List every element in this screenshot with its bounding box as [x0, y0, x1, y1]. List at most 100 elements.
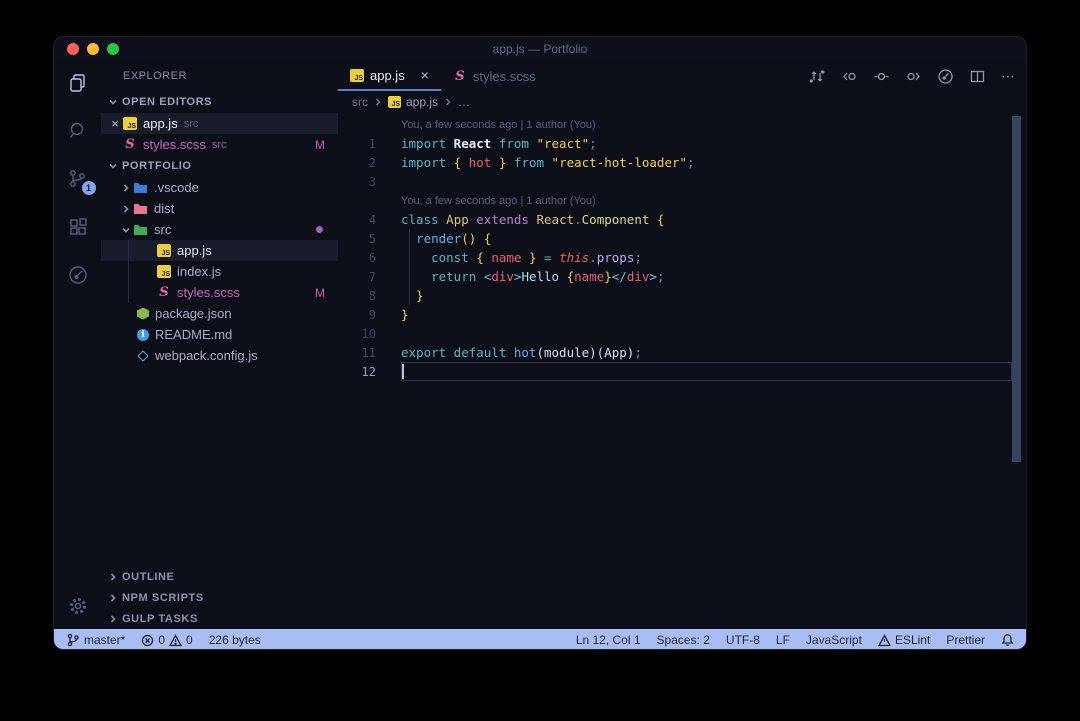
code-line-6[interactable]: 6 const { name } = this.props; [338, 248, 1026, 267]
line-number[interactable]: 11 [338, 346, 376, 360]
javascript-file-icon: JS [350, 69, 364, 82]
explorer-icon[interactable] [65, 70, 91, 96]
change-marker-icon[interactable] [873, 68, 890, 85]
open-editors-header[interactable]: OPEN EDITORS [101, 91, 338, 113]
code-line-9[interactable]: 9} [338, 305, 1026, 324]
line-number[interactable]: 2 [338, 156, 376, 170]
line-number[interactable]: 6 [338, 251, 376, 265]
gitlens-icon[interactable] [65, 262, 91, 288]
source-control-icon[interactable]: 1 [65, 166, 91, 192]
git-branch-status[interactable]: master* [66, 633, 125, 647]
tree-item-src-folder[interactable]: src [101, 219, 338, 240]
npm-scripts-section[interactable]: NPM SCRIPTS [101, 587, 338, 608]
chevron-right-icon [373, 97, 383, 107]
chevron-right-icon [107, 592, 119, 604]
code-line-content[interactable]: class App extends React.Component { [376, 212, 664, 227]
file-size-status[interactable]: 226 bytes [209, 633, 261, 647]
line-number[interactable]: 3 [338, 175, 376, 189]
vertical-scrollbar[interactable] [1012, 116, 1021, 462]
codelens-annotation[interactable]: You, a few seconds ago | 1 author (You) [376, 119, 596, 131]
code-line-4[interactable]: 4class App extends React.Component { [338, 210, 1026, 229]
code-line-content[interactable]: } [376, 288, 424, 303]
gulp-tasks-section[interactable]: GULP TASKS [101, 608, 338, 629]
codelens-annotation[interactable]: You, a few seconds ago | 1 author (You) [376, 195, 596, 207]
previous-change-icon[interactable] [841, 68, 858, 85]
code-line-5[interactable]: 5 render() { [338, 229, 1026, 248]
search-icon[interactable] [65, 118, 91, 144]
code-line-content[interactable]: import { hot } from "react-hot-loader"; [376, 155, 695, 170]
eol-status[interactable]: LF [776, 633, 790, 647]
code-line-12[interactable]: 12 [338, 362, 1026, 381]
breadcrumb[interactable]: src JS app.js … [338, 91, 1026, 113]
code-line-content[interactable]: } [376, 307, 409, 322]
code-line-8[interactable]: 8 } [338, 286, 1026, 305]
readme-info-icon: i [137, 329, 149, 341]
file-history-icon[interactable] [937, 68, 954, 85]
activity-bar: 1 [54, 61, 101, 629]
javascript-file-icon: JS [123, 117, 137, 130]
tree-item-package-json[interactable]: package.json [101, 303, 338, 324]
language-mode-status[interactable]: JavaScript [806, 633, 862, 647]
extensions-icon[interactable] [65, 214, 91, 240]
notifications-bell-icon[interactable] [1001, 633, 1014, 647]
chevron-right-icon [119, 204, 133, 214]
prettier-status[interactable]: Prettier [946, 633, 985, 647]
modified-badge: M [315, 138, 325, 152]
open-editor-styles-scss[interactable]: S styles.scss src M [101, 134, 338, 155]
code-line-3[interactable]: 3 [338, 172, 1026, 191]
line-number[interactable]: 4 [338, 213, 376, 227]
chevron-right-icon [119, 183, 133, 193]
code-editor[interactable]: You, a few seconds ago | 1 author (You)1… [338, 113, 1026, 629]
code-line-content[interactable]: import React from "react"; [376, 136, 597, 151]
code-line-content[interactable]: const { name } = this.props; [376, 250, 642, 265]
split-editor-icon[interactable] [969, 68, 986, 85]
tree-item-webpack-config[interactable]: webpack.config.js [101, 345, 338, 366]
current-line-highlight [401, 362, 1012, 381]
codelens-row[interactable]: You, a few seconds ago | 1 author (You) [338, 115, 1026, 134]
javascript-file-icon: JS [157, 265, 171, 278]
more-actions-icon[interactable]: ⋯ [1001, 68, 1016, 85]
eslint-status[interactable]: ESLint [878, 633, 930, 647]
vscode-window: app.js — Portfolio 1 [53, 36, 1027, 650]
cursor-position-status[interactable]: Ln 12, Col 1 [576, 633, 641, 647]
outline-section[interactable]: OUTLINE [101, 566, 338, 587]
code-line-content[interactable]: return <div>Hello {name}</div>; [376, 269, 664, 284]
line-number[interactable]: 10 [338, 327, 376, 341]
tree-item-index-js[interactable]: JS index.js [101, 261, 338, 282]
tab-app-js[interactable]: JS app.js × [338, 61, 441, 91]
tab-bar: JS app.js × S styles.scss ⋯ [338, 61, 1026, 91]
code-line-content[interactable]: export default hot(module)(App); [376, 345, 642, 360]
tree-item-styles-scss[interactable]: S styles.scss M [101, 282, 338, 303]
open-editor-app-js[interactable]: × JS app.js src [101, 113, 338, 134]
line-number[interactable]: 8 [338, 289, 376, 303]
line-number[interactable]: 9 [338, 308, 376, 322]
warning-triangle-icon [878, 634, 891, 647]
next-change-icon[interactable] [905, 68, 922, 85]
sass-file-icon: S [157, 285, 171, 300]
chevron-down-icon [107, 96, 119, 108]
tree-item-app-js[interactable]: JS app.js [101, 240, 338, 261]
problems-status[interactable]: 0 0 [141, 633, 192, 647]
code-line-1[interactable]: 1import React from "react"; [338, 134, 1026, 153]
code-line-10[interactable]: 10 [338, 324, 1026, 343]
line-number[interactable]: 1 [338, 137, 376, 151]
project-header[interactable]: PORTFOLIO [101, 155, 338, 177]
tab-styles-scss[interactable]: S styles.scss [441, 61, 548, 91]
settings-gear-icon[interactable] [65, 593, 91, 619]
tree-item-vscode-folder[interactable]: .vscode [101, 177, 338, 198]
code-line-7[interactable]: 7 return <div>Hello {name}</div>; [338, 267, 1026, 286]
close-editor-icon[interactable]: × [107, 116, 123, 131]
line-number[interactable]: 7 [338, 270, 376, 284]
tree-item-dist-folder[interactable]: dist [101, 198, 338, 219]
indentation-status[interactable]: Spaces: 2 [657, 633, 710, 647]
close-tab-icon[interactable]: × [421, 67, 429, 83]
line-number[interactable]: 12 [338, 365, 376, 379]
code-line-2[interactable]: 2import { hot } from "react-hot-loader"; [338, 153, 1026, 172]
tree-item-readme-md[interactable]: i README.md [101, 324, 338, 345]
line-number[interactable]: 5 [338, 232, 376, 246]
code-line-11[interactable]: 11export default hot(module)(App); [338, 343, 1026, 362]
code-line-content[interactable]: render() { [376, 231, 491, 246]
encoding-status[interactable]: UTF-8 [726, 633, 760, 647]
codelens-row[interactable]: You, a few seconds ago | 1 author (You) [338, 191, 1026, 210]
open-changes-icon[interactable] [809, 68, 826, 85]
